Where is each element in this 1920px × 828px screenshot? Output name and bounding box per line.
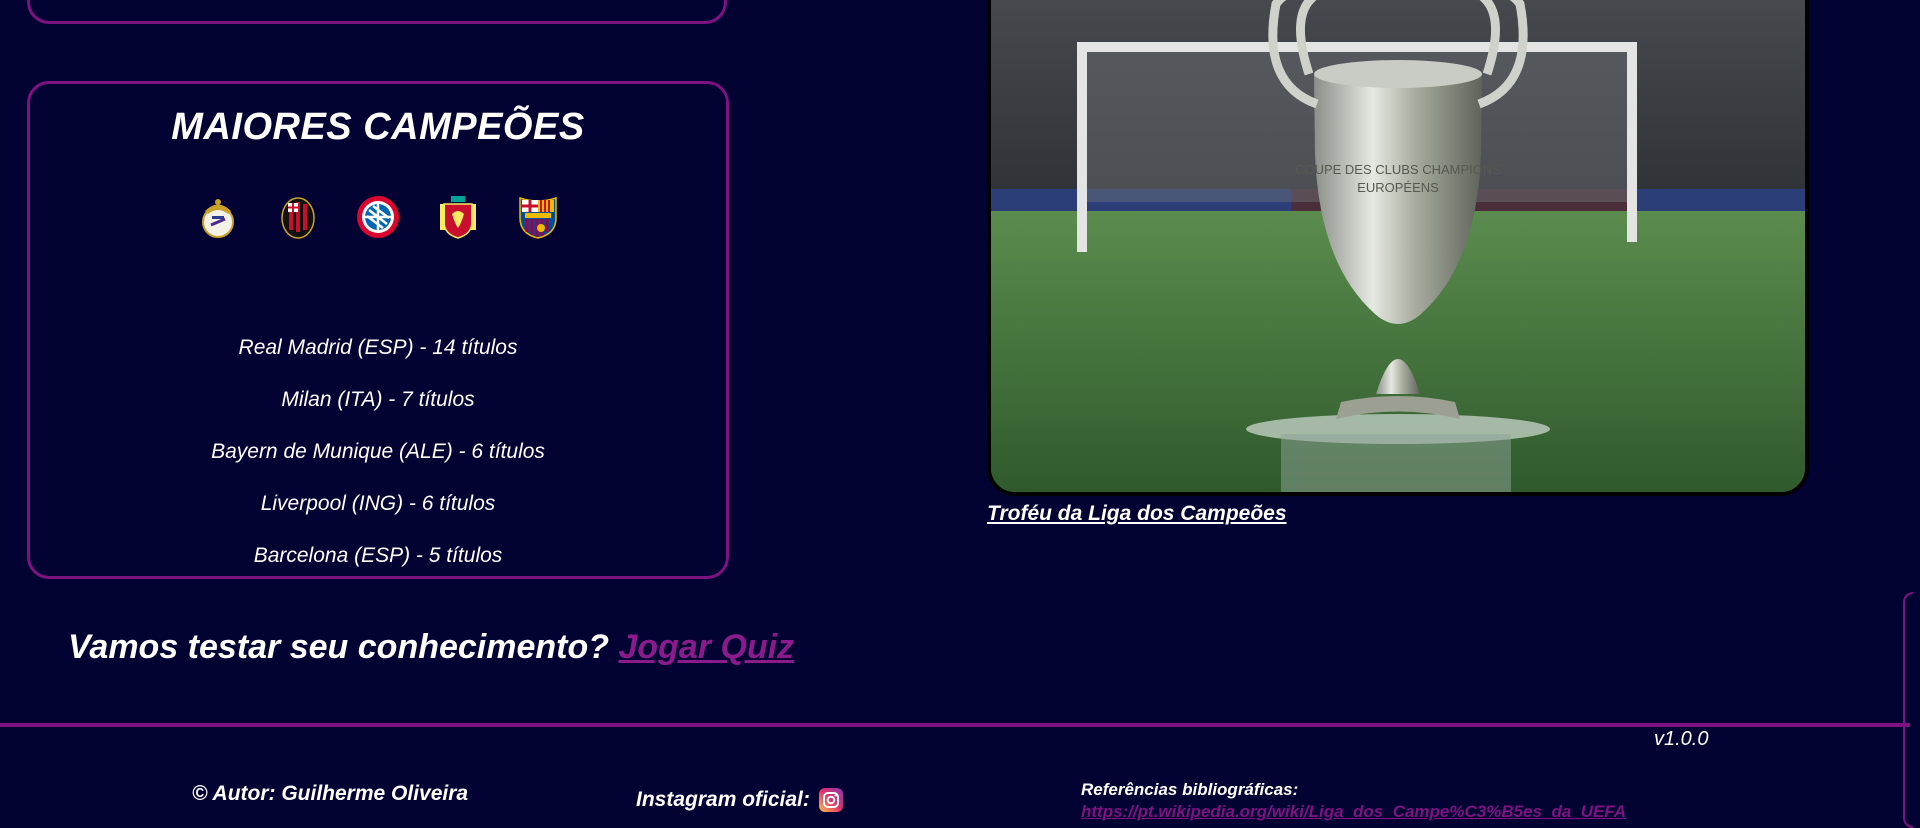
- references-label: Referências bibliográficas:: [1081, 780, 1299, 799]
- author-credit: © Autor: Guilherme Oliveira: [192, 782, 469, 805]
- bayern-crest-icon: [357, 196, 399, 238]
- list-item: Milan (ITA) - 7 títulos: [281, 388, 475, 411]
- list-item: Real Madrid (ESP) - 14 títulos: [238, 336, 518, 359]
- version-label: v1.0.0: [1654, 728, 1709, 750]
- references-link[interactable]: https://pt.wikipedia.org/wiki/Liga_dos_C…: [1081, 802, 1626, 822]
- club-logos: [30, 194, 726, 240]
- page: MAIORES CAMPEÕES Real Madrid (ESP) - 14 …: [0, 0, 1920, 828]
- trophy-image: COUPE DES CLUBS CHAMPIONS EUROPÉENS: [987, 0, 1809, 496]
- barcelona-crest-icon: [519, 196, 557, 239]
- svg-text:COUPE DES CLUBS CHAMPIONS: COUPE DES CLUBS CHAMPIONS: [1295, 162, 1501, 177]
- footer-divider: [0, 723, 1910, 727]
- champions-list: Real Madrid (ESP) - 14 títulos Milan (IT…: [30, 322, 726, 582]
- svg-text:EUROPÉENS: EUROPÉENS: [1357, 180, 1439, 195]
- instagram-icon[interactable]: [818, 787, 844, 813]
- references: Referências bibliográficas: https://pt.w…: [1081, 780, 1626, 822]
- quiz-prompt-text: Vamos testar seu conhecimento?: [68, 628, 610, 666]
- liverpool-crest-icon: [440, 196, 476, 239]
- list-item: Bayern de Munique (ALE) - 6 títulos: [211, 440, 545, 463]
- trophy-caption: Troféu da Liga dos Campeões: [987, 502, 1287, 525]
- list-item: Barcelona (ESP) - 5 títulos: [253, 544, 503, 567]
- play-quiz-link[interactable]: Jogar Quiz: [618, 628, 794, 666]
- instagram-section: Instagram oficial:: [636, 787, 844, 813]
- list-item: Liverpool (ING) - 6 títulos: [260, 492, 496, 515]
- quiz-prompt: Vamos testar seu conhecimento? Jogar Qui…: [68, 628, 794, 667]
- champions-title: MAIORES CAMPEÕES: [171, 106, 585, 148]
- milan-crest-icon: [281, 197, 315, 239]
- instagram-label: Instagram oficial:: [636, 788, 810, 811]
- scrollbar-thumb[interactable]: [1903, 592, 1913, 828]
- real-madrid-crest-icon: [202, 199, 234, 238]
- info-card-bottom-edge: [27, 0, 727, 24]
- champions-card: MAIORES CAMPEÕES Real Madrid (ESP) - 14 …: [27, 81, 729, 579]
